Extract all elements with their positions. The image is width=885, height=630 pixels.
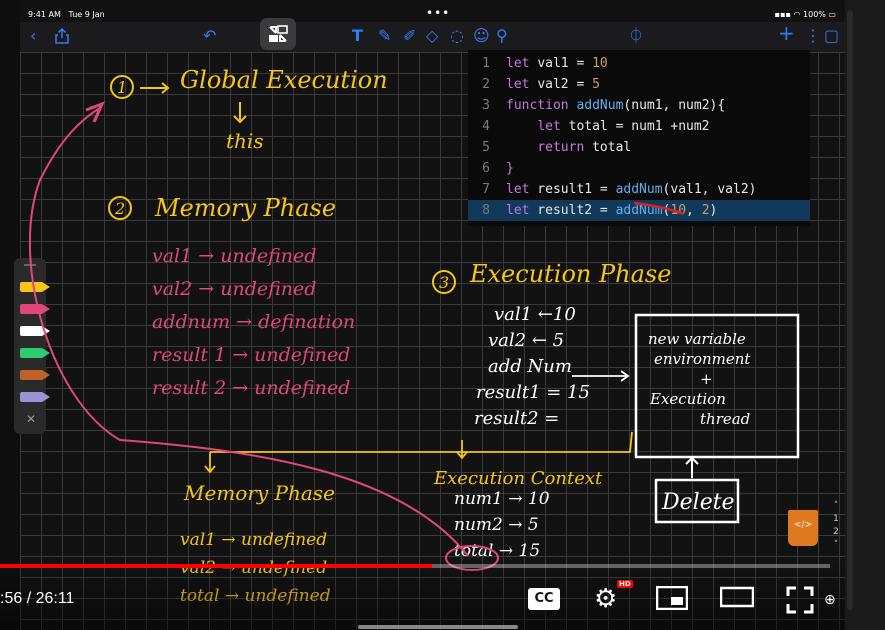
memory-item: result 1 → undefined	[152, 344, 350, 366]
page-down-icon[interactable]: ˅	[830, 539, 842, 552]
memory-items: val1 → undefined val2 → undefined addnum →…	[152, 245, 355, 399]
theater-mode-button[interactable]	[719, 586, 755, 612]
settings-gear-icon[interactable]: ⚙	[594, 584, 617, 614]
delete-label: Delete	[661, 490, 735, 515]
this-label: this	[226, 129, 264, 153]
memory-item-2: val1 → undefined	[180, 530, 327, 550]
hd-badge: HD	[617, 580, 633, 588]
right-frame	[845, 0, 885, 630]
memory-item: val1 → undefined	[152, 245, 316, 267]
fullscreen-button[interactable]	[786, 586, 814, 618]
execution-phase-label: Execution Phase	[469, 260, 671, 288]
home-indicator	[358, 625, 518, 629]
box-text: new variable environment + Execution thread	[648, 330, 751, 428]
yellow-connector	[210, 431, 633, 453]
context-item: num2 → 5	[454, 515, 539, 535]
arrow-step1	[140, 82, 170, 94]
page-number[interactable]: 2	[830, 526, 842, 539]
miniplayer-button[interactable]	[655, 585, 689, 614]
box-line: environment	[654, 350, 751, 368]
box-line: new variable	[648, 330, 746, 348]
arrow-memory2	[204, 452, 216, 474]
memory-phase-2-label: Memory Phase	[183, 481, 335, 505]
page-number[interactable]: 1	[830, 513, 842, 526]
context-item: num1 → 10	[454, 489, 550, 509]
video-frame: 9:41 AM Tue 9 Jan ••• ▪▪▪ ◠ 100% ▭ ‹ ↶ T…	[0, 0, 885, 630]
execution-item: result2 =	[474, 408, 559, 429]
execution-item: val1 ←10	[494, 304, 576, 325]
step1-number: 1	[117, 78, 127, 97]
arrow-to-box	[572, 370, 630, 382]
memory-item: result 2 → undefined	[152, 377, 350, 399]
page-numbers: ˄ 1 2 ˅	[830, 500, 842, 552]
global-execution-label: Global Execution	[180, 66, 388, 94]
arrow-delete	[685, 456, 699, 478]
captions-button[interactable]: CC	[528, 588, 560, 610]
red-underline	[633, 201, 685, 216]
execution-item: add Num	[488, 356, 572, 377]
step3-number: 3	[439, 273, 449, 292]
execution-items: val1 ←10 val2 ← 5 add Num result1 = 15 resul…	[474, 304, 590, 429]
page-up-icon[interactable]: ˄	[830, 500, 842, 513]
box-line: Execution	[649, 390, 726, 408]
arrow-to-this	[233, 102, 247, 124]
memory-item: addnum → defination	[152, 311, 355, 333]
execution-item: val2 ← 5	[488, 330, 564, 351]
execution-context-label: Execution Context	[433, 468, 603, 489]
execution-item: result1 = 15	[476, 382, 590, 403]
box-line: +	[700, 370, 713, 388]
context-items: num1 → 10num2 → 5total → 15	[454, 489, 550, 561]
handwritten-notes: 1 Global Execution this 2 Memory Phase v…	[28, 66, 800, 606]
logo-mug-icon: </>	[788, 510, 818, 546]
zoom-icon[interactable]: ⊕	[824, 592, 836, 608]
time-display: :56 / 26:11	[0, 590, 75, 607]
player-controls	[0, 560, 845, 630]
step2-number: 2	[114, 199, 125, 218]
box-line: thread	[700, 410, 750, 428]
memory-phase-label: Memory Phase	[154, 194, 336, 222]
memory-item: val2 → undefined	[152, 278, 316, 300]
arrow-context	[456, 440, 468, 460]
progress-fill[interactable]	[0, 564, 432, 568]
